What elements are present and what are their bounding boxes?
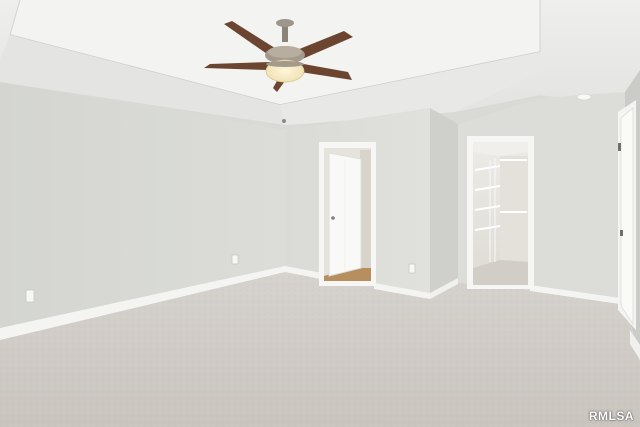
closet-back-wall — [500, 156, 528, 260]
door-hinge — [618, 143, 621, 151]
bathroom-interior-wall — [360, 150, 371, 268]
wall-outlet — [25, 289, 35, 303]
photo-scene: RMLSA — [0, 0, 640, 427]
watermark-logo: RMLSA — [588, 409, 634, 423]
smoke-detector — [576, 93, 592, 101]
wall-outlet — [408, 263, 416, 274]
ceiling-speaker — [282, 119, 286, 123]
door-knob — [331, 216, 335, 220]
door-hinge — [620, 230, 623, 236]
wall-outlet — [231, 254, 239, 265]
bedroom-photo — [0, 0, 640, 427]
wall-bump — [430, 108, 458, 298]
right-door — [620, 107, 634, 326]
